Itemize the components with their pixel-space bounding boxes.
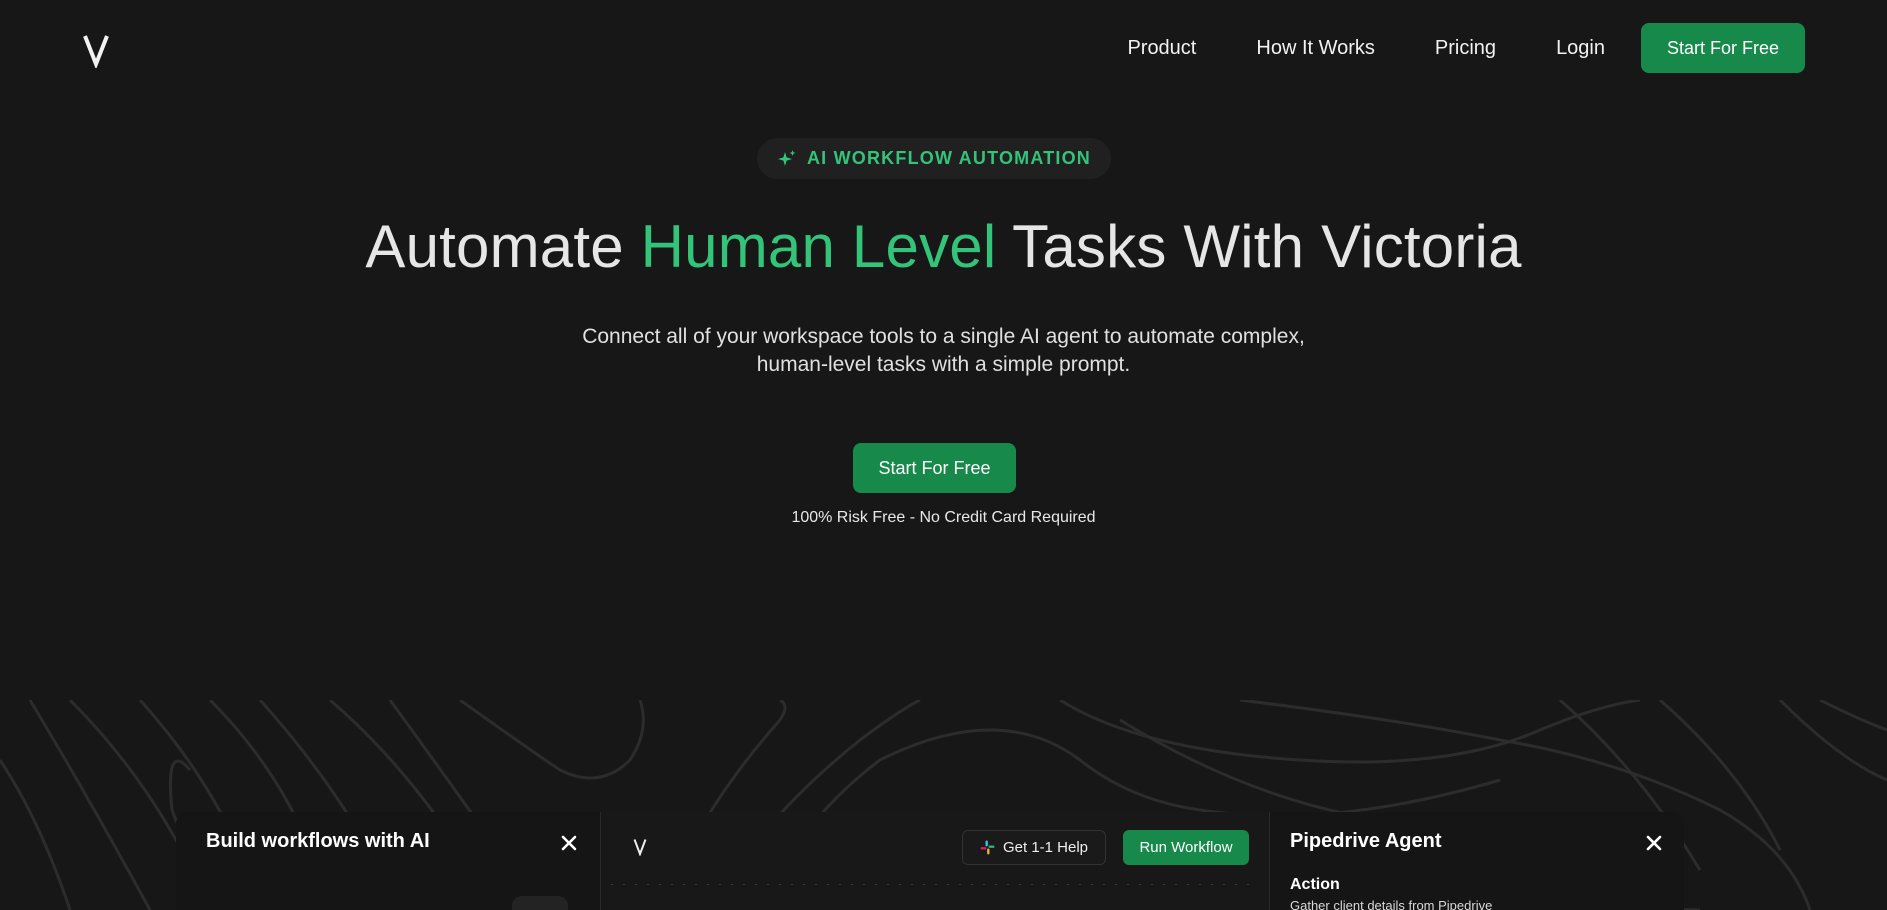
workflow-canvas: Get 1-1 Help Run Workflow xyxy=(600,812,1270,910)
victoria-logo-icon xyxy=(633,839,647,856)
action-description: Gather client details from Pipedrive xyxy=(1290,898,1493,910)
nav-link-how-it-works[interactable]: How It Works xyxy=(1256,37,1375,60)
hero-start-free-button[interactable]: Start For Free xyxy=(853,443,1016,493)
nav-link-login[interactable]: Login xyxy=(1556,37,1605,60)
action-label: Action xyxy=(1290,876,1340,893)
nav-start-free-button[interactable]: Start For Free xyxy=(1641,23,1805,73)
hero-subtitle-line-1: Connect all of your workspace tools to a… xyxy=(582,325,1305,348)
sparkle-icon xyxy=(777,149,796,166)
ai-builder-panel: Build workflows with AI xyxy=(176,812,600,910)
ai-builder-title: Build workflows with AI xyxy=(206,830,430,852)
canvas-grid-divider xyxy=(611,884,1259,885)
nav-link-product[interactable]: Product xyxy=(1127,37,1196,60)
close-icon[interactable] xyxy=(560,834,578,852)
agent-title: Pipedrive Agent xyxy=(1290,830,1442,852)
hero-badge: AI WORKFLOW AUTOMATION xyxy=(757,138,1111,179)
headline-post: Tasks With Victoria xyxy=(996,213,1522,280)
landing-page: Product How It Works Pricing Login Start… xyxy=(0,0,1887,910)
pipedrive-agent-panel: Pipedrive Agent Action Gather client det… xyxy=(1270,812,1684,910)
top-nav: Product How It Works Pricing Login Start… xyxy=(1127,22,1805,74)
close-icon[interactable] xyxy=(1645,834,1663,852)
prompt-chip[interactable] xyxy=(512,896,568,910)
headline-accent: Human Level xyxy=(640,213,997,280)
hero-subtitle-line-2: human-level tasks with a simple prompt. xyxy=(756,353,1131,376)
hero-subtitle: Connect all of your workspace tools to a… xyxy=(0,323,1887,379)
headline-pre: Automate xyxy=(365,213,641,280)
hero-headline: Automate Human Level Tasks With Victoria xyxy=(0,212,1887,281)
victoria-logo-icon[interactable] xyxy=(82,32,110,68)
slack-icon xyxy=(980,840,995,855)
hero-badge-label: AI WORKFLOW AUTOMATION xyxy=(806,148,1092,168)
get-help-label: Get 1-1 Help xyxy=(1002,839,1089,856)
run-workflow-button[interactable]: Run Workflow xyxy=(1123,830,1249,865)
nav-link-pricing[interactable]: Pricing xyxy=(1435,37,1496,60)
get-help-button[interactable]: Get 1-1 Help xyxy=(962,830,1106,865)
risk-free-note: 100% Risk Free - No Credit Card Required xyxy=(791,509,1096,526)
